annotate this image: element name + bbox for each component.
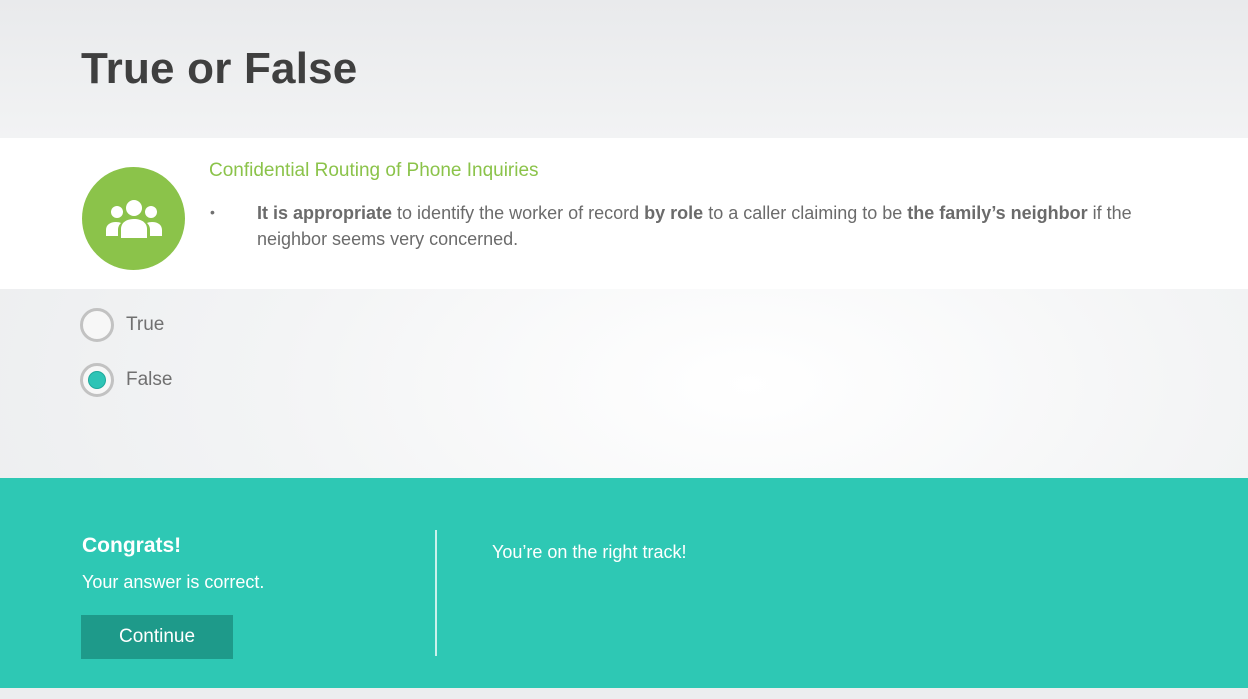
feedback-panel: Congrats! Your answer is correct. Contin… <box>0 478 1248 688</box>
group-users-icon <box>105 199 162 238</box>
title-band: True or False <box>0 0 1248 138</box>
question-heading: Confidential Routing of Phone Inquiries <box>209 160 539 181</box>
statement-part: the family’s neighbor <box>907 203 1088 223</box>
feedback-title: Congrats! <box>82 534 182 557</box>
radio-false[interactable] <box>80 363 114 397</box>
radio-selected-dot <box>88 371 106 389</box>
statement-part: by role <box>644 203 704 223</box>
option-false[interactable]: False <box>80 363 172 397</box>
feedback-subtitle: Your answer is correct. <box>82 572 265 592</box>
statement-part: to identify the worker of record <box>392 203 645 223</box>
option-false-label: False <box>126 369 173 390</box>
bullet-marker: • <box>210 204 215 220</box>
question-statement: It is appropriate to identify the worker… <box>257 200 1177 252</box>
bottom-strip <box>0 688 1248 699</box>
question-card: Confidential Routing of Phone Inquiries … <box>0 138 1248 289</box>
group-avatar <box>82 167 185 270</box>
continue-button[interactable]: Continue <box>81 615 233 659</box>
option-true-label: True <box>126 314 165 335</box>
option-true[interactable]: True <box>80 308 164 342</box>
page-title: True or False <box>81 44 358 93</box>
statement-part: It is appropriate <box>257 203 393 223</box>
radio-true[interactable] <box>80 308 114 342</box>
statement-part: to a caller claiming to be <box>703 203 908 223</box>
feedback-message: You’re on the right track! <box>492 542 687 562</box>
feedback-divider <box>435 530 437 656</box>
